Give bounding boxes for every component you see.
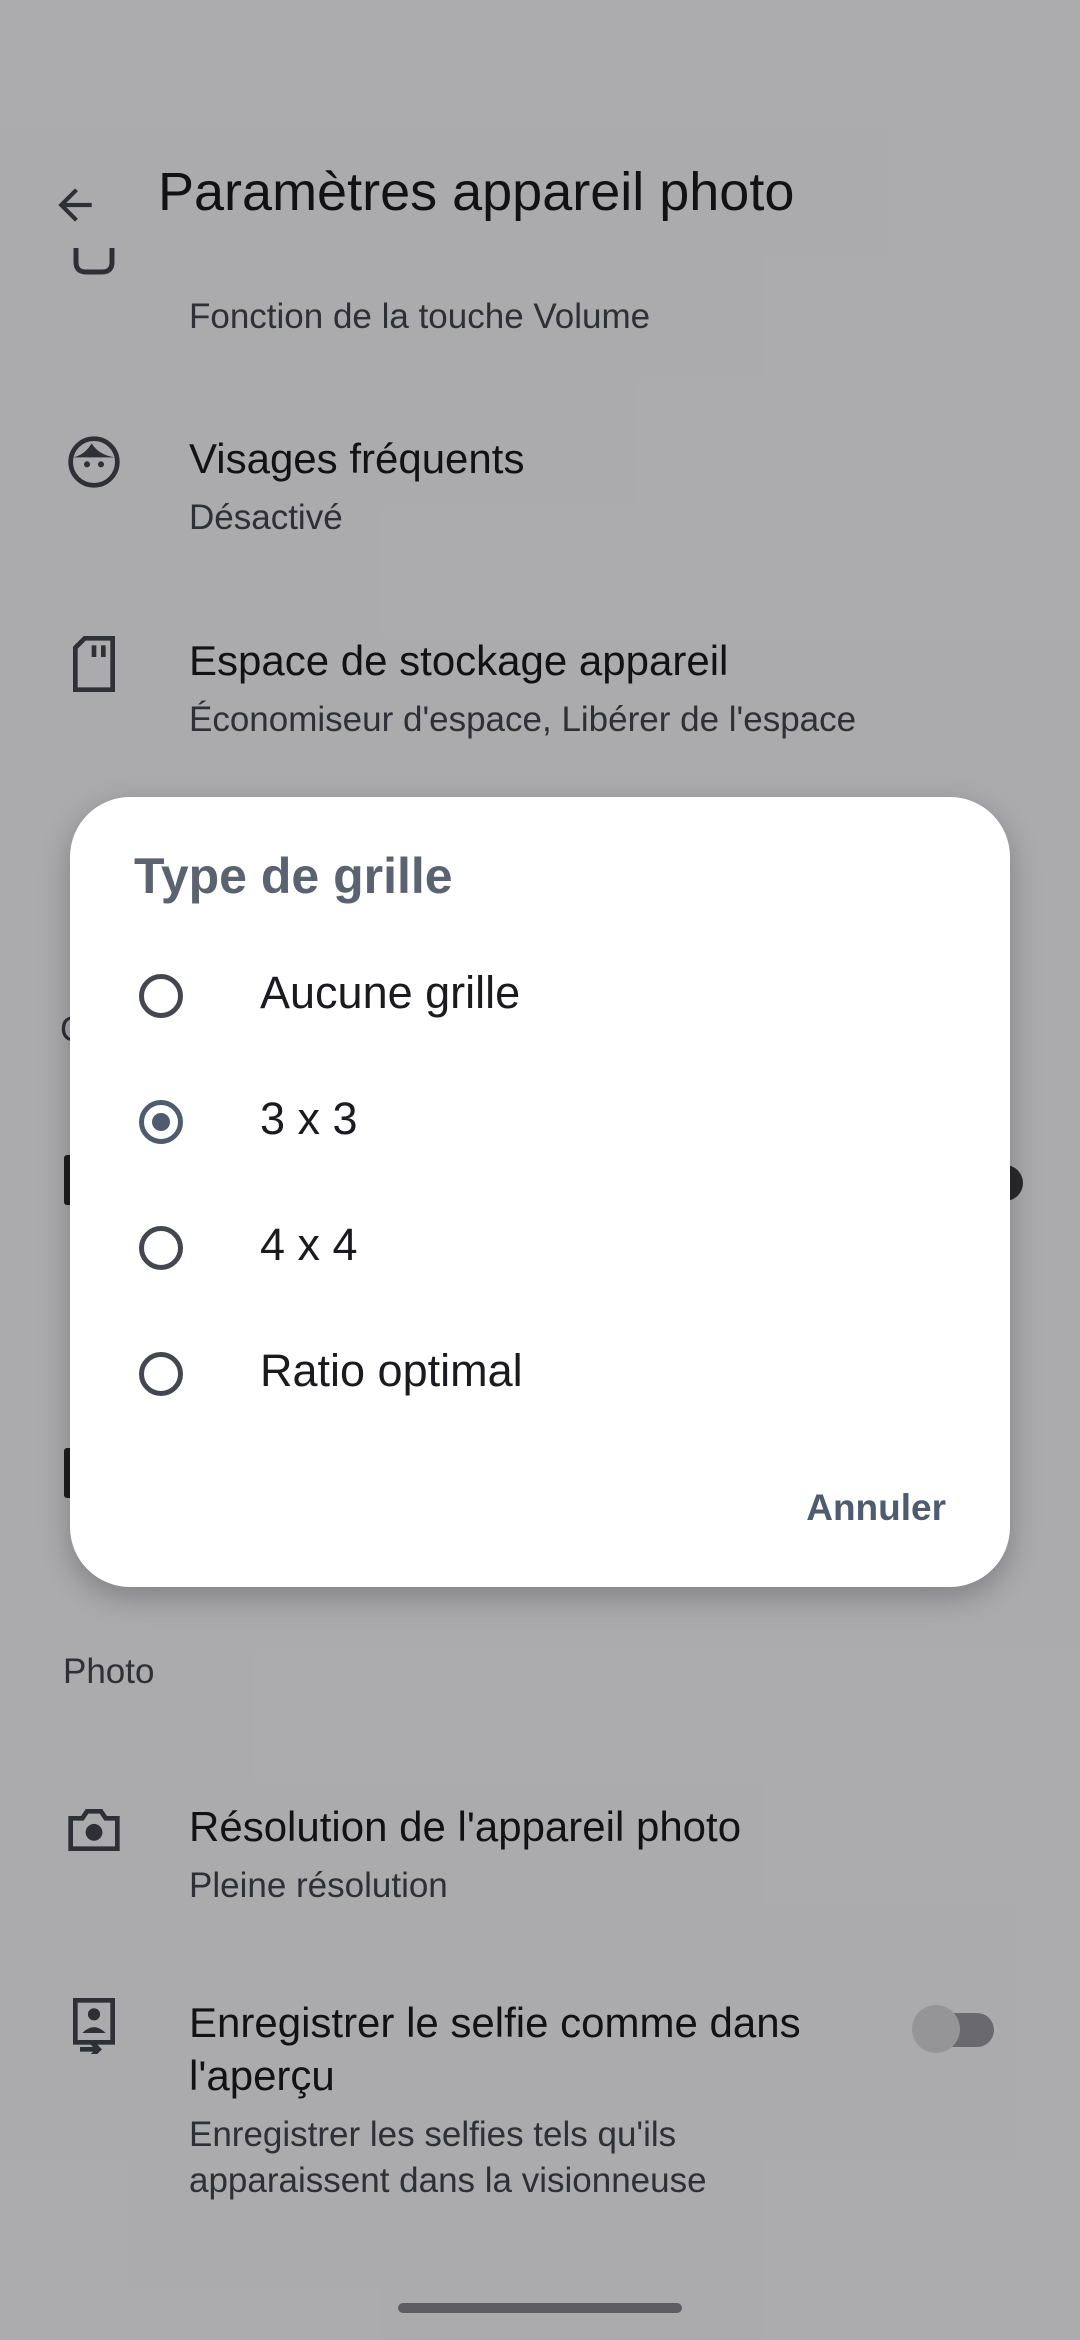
- dialog-title: Type de grille: [134, 848, 453, 904]
- option-label: Aucune grille: [260, 967, 521, 1018]
- radio-button[interactable]: [139, 974, 183, 1018]
- settings-page: Paramètres appareil photo Fonction de la…: [0, 0, 1080, 2340]
- grid-option-none[interactable]: Aucune grille: [70, 949, 1010, 1049]
- option-label: 3 x 3: [260, 1093, 358, 1144]
- radio-dot: [152, 1113, 170, 1131]
- radio-button[interactable]: [139, 1226, 183, 1270]
- cancel-button[interactable]: Annuler: [806, 1487, 946, 1529]
- option-label: Ratio optimal: [260, 1345, 523, 1396]
- grid-option-optimal-ratio[interactable]: Ratio optimal: [70, 1327, 1010, 1427]
- option-label: 4 x 4: [260, 1219, 358, 1270]
- grid-option-4x4[interactable]: 4 x 4: [70, 1201, 1010, 1301]
- radio-button[interactable]: [139, 1352, 183, 1396]
- radio-button-selected[interactable]: [139, 1100, 183, 1144]
- grid-type-dialog: Type de grille Aucune grille 3 x 3 4 x 4…: [70, 797, 1010, 1587]
- gesture-nav-bar[interactable]: [398, 2303, 682, 2313]
- grid-option-3x3[interactable]: 3 x 3: [70, 1075, 1010, 1175]
